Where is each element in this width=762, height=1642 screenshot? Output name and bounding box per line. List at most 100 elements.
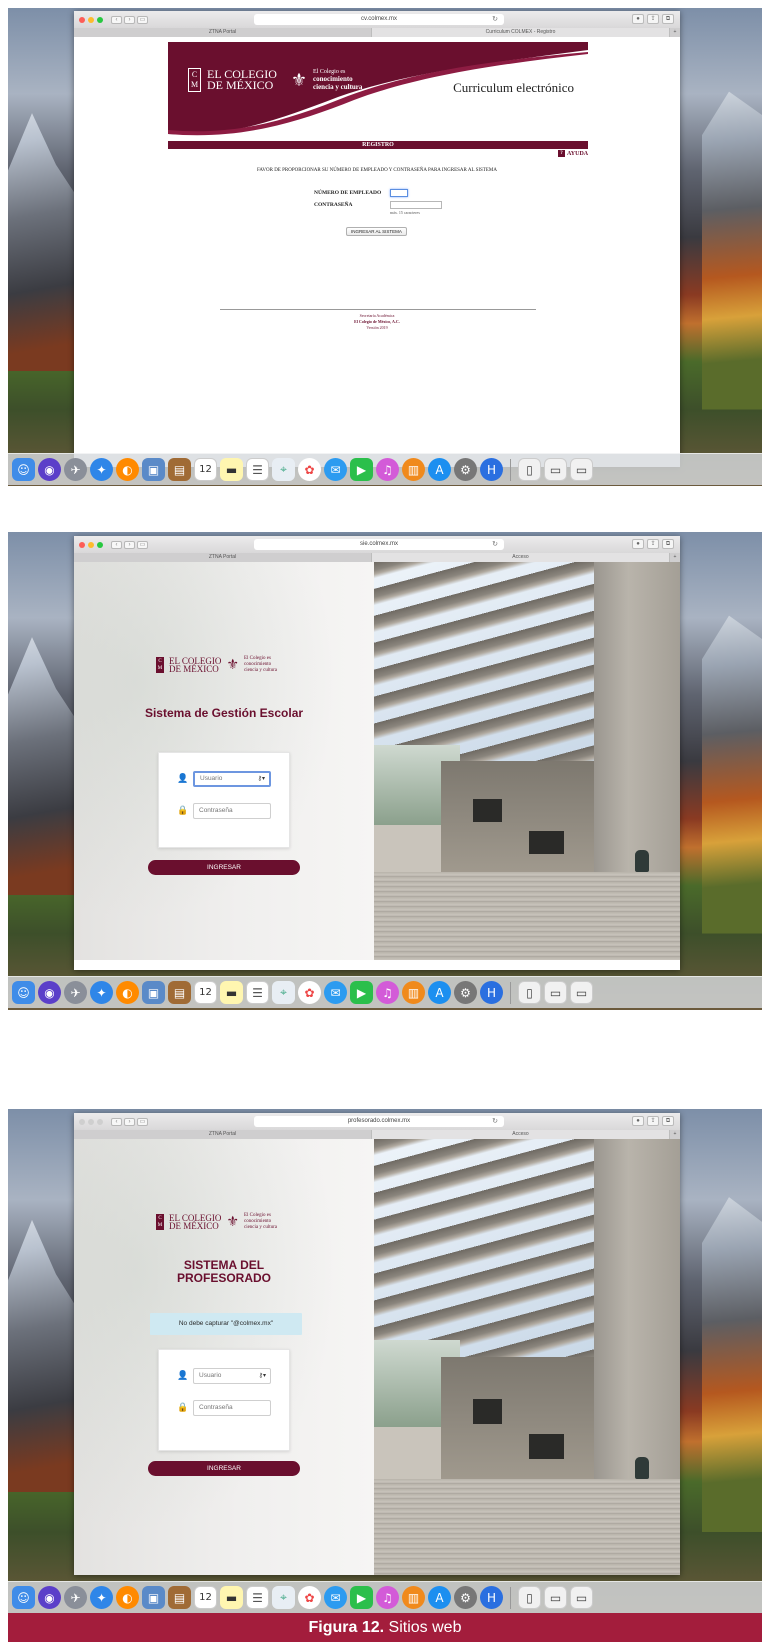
tab-ztna[interactable]: ZTNA Portal <box>74 553 372 562</box>
messages-icon[interactable]: ✉ <box>324 458 347 481</box>
address-bar[interactable]: cv.colmex.mx ↻ <box>254 14 504 25</box>
share-icon[interactable]: ⇪ <box>647 539 659 549</box>
window-controls[interactable] <box>79 16 103 23</box>
notes-icon[interactable]: ▬ <box>220 458 243 481</box>
system-preferences-icon[interactable]: ⚙ <box>454 1586 477 1609</box>
system-preferences-icon[interactable]: ⚙ <box>454 981 477 1004</box>
siri-icon[interactable]: ◉ <box>38 981 61 1004</box>
maps-icon[interactable]: ⌖ <box>272 1586 295 1609</box>
reload-icon[interactable]: ↻ <box>492 1116 498 1127</box>
siri-icon[interactable]: ◉ <box>38 1586 61 1609</box>
calendar-icon[interactable]: 12 <box>194 1586 217 1609</box>
siri-icon[interactable]: ◉ <box>38 458 61 481</box>
messages-icon[interactable]: ✉ <box>324 1586 347 1609</box>
extension-icon[interactable]: ● <box>632 539 644 549</box>
document-icon[interactable]: ▯ <box>518 1586 541 1609</box>
back-icon[interactable]: ‹ <box>111 1117 122 1126</box>
tab-acceso[interactable]: Acceso <box>372 553 670 562</box>
keychain-icon[interactable]: ⚷▾ <box>259 1369 266 1383</box>
forward-icon[interactable]: › <box>124 15 135 24</box>
screenshot-icon[interactable]: ▭ <box>544 1586 567 1609</box>
extension-icon[interactable]: ● <box>632 1116 644 1126</box>
photos-icon[interactable]: ✿ <box>298 981 321 1004</box>
close-window-button[interactable] <box>79 16 85 23</box>
login-submit-button[interactable]: INGRESAR AL SISTEMA <box>346 227 407 236</box>
back-icon[interactable]: ‹ <box>111 15 122 24</box>
screenshot-icon[interactable]: ▭ <box>544 981 567 1004</box>
reminders-icon[interactable]: ☰ <box>246 1586 269 1609</box>
minimize-window-button[interactable] <box>88 1118 94 1125</box>
helper-app-icon[interactable]: H <box>480 981 503 1004</box>
close-window-button[interactable] <box>79 1118 85 1125</box>
music-icon[interactable]: ♫ <box>376 458 399 481</box>
notebook-icon[interactable]: ▤ <box>168 981 191 1004</box>
firefox-icon[interactable]: ◐ <box>116 981 139 1004</box>
books-icon[interactable]: ▥ <box>402 1586 425 1609</box>
finder-icon[interactable]: ☺ <box>12 981 35 1004</box>
window-thumbnail-icon[interactable]: ▭ <box>570 458 593 481</box>
app-store-icon[interactable]: A <box>428 458 451 481</box>
minimize-window-button[interactable] <box>88 541 94 548</box>
tabs-overview-icon[interactable]: ⧉ <box>662 539 674 549</box>
back-icon[interactable]: ‹ <box>111 540 122 549</box>
firefox-icon[interactable]: ◐ <box>116 458 139 481</box>
zoom-window-button[interactable] <box>97 1118 103 1125</box>
tab-acceso[interactable]: Acceso <box>372 1130 670 1139</box>
address-bar[interactable]: sie.colmex.mx ↻ <box>254 539 504 550</box>
reload-icon[interactable]: ↻ <box>492 14 498 25</box>
share-icon[interactable]: ⇪ <box>647 1116 659 1126</box>
password-input[interactable]: Contraseña <box>193 1400 271 1416</box>
safari-icon[interactable]: ✦ <box>90 1586 113 1609</box>
notebook-icon[interactable]: ▤ <box>168 458 191 481</box>
music-icon[interactable]: ♫ <box>376 981 399 1004</box>
facetime-icon[interactable]: ▶ <box>350 981 373 1004</box>
maps-icon[interactable]: ⌖ <box>272 458 295 481</box>
password-input[interactable] <box>390 201 442 209</box>
employee-number-input[interactable] <box>390 189 408 197</box>
new-tab-icon[interactable]: + <box>670 553 680 562</box>
system-preferences-icon[interactable]: ⚙ <box>454 458 477 481</box>
preview-icon[interactable]: ▣ <box>142 458 165 481</box>
tabs-overview-icon[interactable]: ⧉ <box>662 14 674 24</box>
finder-icon[interactable]: ☺ <box>12 1586 35 1609</box>
window-thumbnail-icon[interactable]: ▭ <box>570 1586 593 1609</box>
login-button[interactable]: INGRESAR <box>148 860 300 875</box>
zoom-window-button[interactable] <box>97 16 103 23</box>
app-store-icon[interactable]: A <box>428 981 451 1004</box>
tab-ztna[interactable]: ZTNA Portal <box>74 28 372 37</box>
launchpad-icon[interactable]: ✈ <box>64 458 87 481</box>
keychain-icon[interactable]: ⚷▾ <box>258 773 265 785</box>
document-icon[interactable]: ▯ <box>518 458 541 481</box>
address-bar[interactable]: profesorado.colmex.mx ↻ <box>254 1116 504 1127</box>
screenshot-icon[interactable]: ▭ <box>544 458 567 481</box>
reminders-icon[interactable]: ☰ <box>246 981 269 1004</box>
launchpad-icon[interactable]: ✈ <box>64 1586 87 1609</box>
forward-icon[interactable]: › <box>124 540 135 549</box>
photos-icon[interactable]: ✿ <box>298 1586 321 1609</box>
photos-icon[interactable]: ✿ <box>298 458 321 481</box>
firefox-icon[interactable]: ◐ <box>116 1586 139 1609</box>
username-input[interactable]: Usuario ⚷▾ <box>193 771 271 787</box>
document-icon[interactable]: ▯ <box>518 981 541 1004</box>
tab-ztna[interactable]: ZTNA Portal <box>74 1130 372 1139</box>
sidebar-icon[interactable]: ▭ <box>137 1117 148 1126</box>
safari-icon[interactable]: ✦ <box>90 981 113 1004</box>
app-store-icon[interactable]: A <box>428 1586 451 1609</box>
books-icon[interactable]: ▥ <box>402 458 425 481</box>
login-button[interactable]: INGRESAR <box>148 1461 300 1476</box>
facetime-icon[interactable]: ▶ <box>350 458 373 481</box>
reload-icon[interactable]: ↻ <box>492 539 498 550</box>
launchpad-icon[interactable]: ✈ <box>64 981 87 1004</box>
safari-icon[interactable]: ✦ <box>90 458 113 481</box>
tab-curriculum[interactable]: Curriculum COLMEX - Registro <box>372 28 670 37</box>
forward-icon[interactable]: › <box>124 1117 135 1126</box>
finder-icon[interactable]: ☺ <box>12 458 35 481</box>
preview-icon[interactable]: ▣ <box>142 1586 165 1609</box>
books-icon[interactable]: ▥ <box>402 981 425 1004</box>
zoom-window-button[interactable] <box>97 541 103 548</box>
notes-icon[interactable]: ▬ <box>220 981 243 1004</box>
password-input[interactable]: Contraseña <box>193 803 271 819</box>
window-controls[interactable] <box>79 1118 103 1125</box>
minimize-window-button[interactable] <box>88 16 94 23</box>
help-link[interactable]: ? AYUDA <box>558 150 588 157</box>
